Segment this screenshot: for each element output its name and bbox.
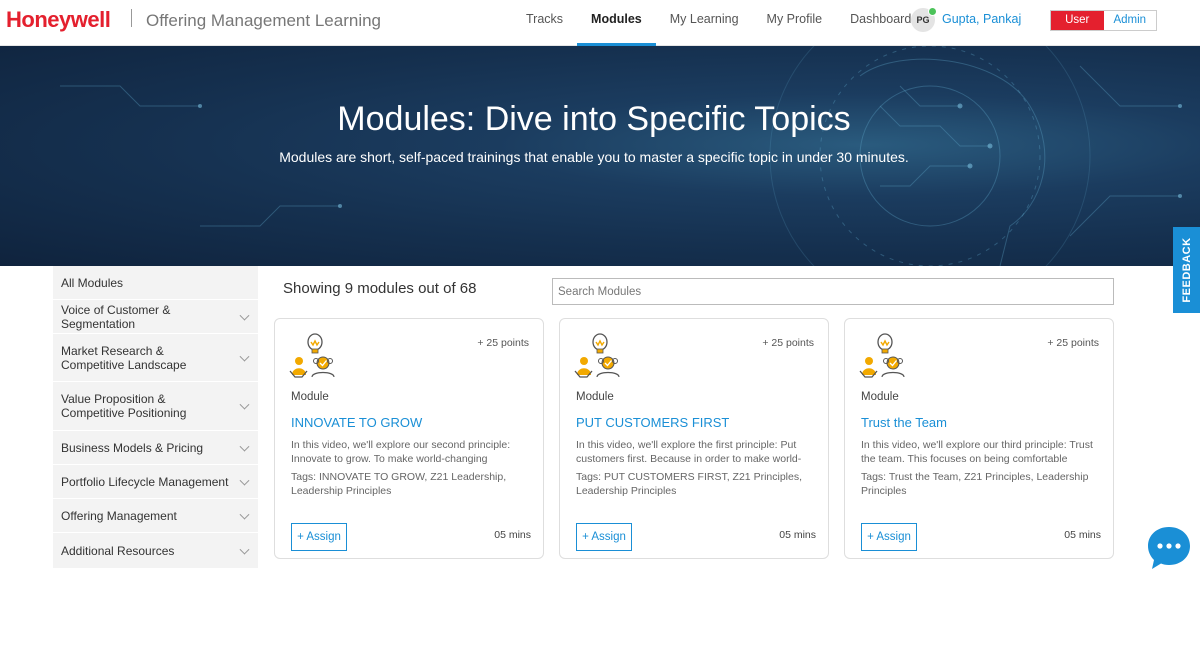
- hero-title: Modules: Dive into Specific Topics: [337, 100, 851, 138]
- top-navigation-bar: Honeywell Offering Management Learning T…: [0, 0, 1200, 46]
- sidebar-item-additional-resources[interactable]: Additional Resources: [53, 533, 258, 569]
- card-tags: Tags: INNOVATE TO GROW, Z21 Leadership, …: [291, 471, 507, 497]
- chevron-down-icon: [239, 509, 250, 520]
- chevron-down-icon: [239, 544, 250, 555]
- sidebar-item-business-models[interactable]: Business Models & Pricing: [53, 431, 258, 465]
- sidebar-item-value-proposition[interactable]: Value Proposition & Competitive Position…: [53, 382, 258, 431]
- lightbulb-people-icon: [574, 333, 620, 378]
- sidebar-item-offering-management[interactable]: Offering Management: [53, 499, 258, 533]
- sidebar-item-label: Value Proposition & Competitive Position…: [61, 392, 187, 420]
- sidebar-item-all-modules[interactable]: All Modules: [53, 266, 258, 300]
- admin-role-button[interactable]: Admin: [1103, 11, 1156, 30]
- card-duration: 05 mins: [494, 529, 531, 541]
- role-toggle: User Admin: [1050, 10, 1157, 31]
- module-card[interactable]: + 25 points Module Trust the Team In thi…: [844, 318, 1114, 559]
- card-duration: 05 mins: [779, 529, 816, 541]
- card-description: In this video, we'll explore our third p…: [861, 439, 1093, 465]
- honeywell-logo[interactable]: Honeywell: [6, 7, 111, 33]
- sidebar-item-label: Market Research & Competitive Landscape: [61, 343, 187, 372]
- card-points: + 25 points: [477, 337, 529, 349]
- user-role-button[interactable]: User: [1051, 11, 1104, 30]
- chevron-down-icon: [239, 310, 250, 321]
- logo-divider: [131, 9, 132, 27]
- assign-button[interactable]: + Assign: [291, 523, 347, 551]
- feedback-tab[interactable]: FEEDBACK: [1173, 227, 1200, 313]
- sidebar-item-label: Business Models & Pricing: [61, 440, 204, 455]
- category-sidebar: All Modules Voice of Customer & Segmenta…: [53, 266, 258, 569]
- card-tags: Tags: Trust the Team, Z21 Principles, Le…: [861, 471, 1089, 497]
- sidebar-item-market-research[interactable]: Market Research & Competitive Landscape: [53, 334, 258, 382]
- nav-my-profile[interactable]: My Profile: [753, 0, 837, 46]
- lightbulb-people-icon: [289, 333, 335, 378]
- sidebar-item-voice-of-customer[interactable]: Voice of Customer & Segmentation: [53, 300, 258, 334]
- card-type: Module: [576, 391, 614, 403]
- chat-bubble-icon[interactable]: [1146, 525, 1192, 571]
- feedback-label: FEEDBACK: [1180, 237, 1193, 303]
- card-description: In this video, we'll explore the first p…: [576, 439, 802, 465]
- assign-button[interactable]: + Assign: [576, 523, 632, 551]
- card-tags: Tags: PUT CUSTOMERS FIRST, Z21 Principle…: [576, 471, 803, 497]
- card-title-link[interactable]: INNOVATE TO GROW: [291, 415, 422, 430]
- search-modules-input[interactable]: [552, 278, 1114, 305]
- nav-my-learning[interactable]: My Learning: [656, 0, 753, 46]
- nav-tracks[interactable]: Tracks: [512, 0, 577, 46]
- sidebar-item-label: Voice of Customer & Segmentation: [61, 302, 171, 331]
- nav-modules[interactable]: Modules: [577, 0, 656, 46]
- card-type: Module: [861, 391, 899, 403]
- chevron-down-icon: [239, 399, 250, 410]
- sidebar-item-label: Offering Management: [61, 508, 177, 523]
- chevron-down-icon: [239, 441, 250, 452]
- card-description: In this video, we'll explore our second …: [291, 439, 511, 465]
- user-name-link[interactable]: Gupta, Pankaj: [942, 12, 1021, 26]
- hero-banner: Modules: Dive into Specific Topics Modul…: [0, 46, 1200, 266]
- module-count-text: Showing 9 modules out of 68: [283, 280, 477, 297]
- card-points: + 25 points: [762, 337, 814, 349]
- sidebar-item-label: Additional Resources: [61, 543, 175, 558]
- sidebar-item-label: Portfolio Lifecycle Management: [61, 474, 229, 489]
- card-title-link[interactable]: PUT CUSTOMERS FIRST: [576, 415, 729, 430]
- avatar-initials: PG: [916, 15, 930, 25]
- chevron-down-icon: [239, 475, 250, 486]
- card-points: + 25 points: [1047, 337, 1099, 349]
- card-title-link[interactable]: Trust the Team: [861, 415, 947, 430]
- sidebar-item-label: All Modules: [61, 275, 124, 290]
- app-title: Offering Management Learning: [146, 11, 382, 30]
- card-duration: 05 mins: [1064, 529, 1101, 541]
- main-nav: Tracks Modules My Learning My Profile Da…: [512, 0, 925, 46]
- card-type: Module: [291, 391, 329, 403]
- hero-subtitle: Modules are short, self-paced trainings …: [279, 149, 909, 165]
- chevron-down-icon: [239, 351, 250, 362]
- avatar[interactable]: PG: [911, 7, 937, 32]
- online-status-dot: [928, 7, 937, 16]
- module-card[interactable]: + 25 points Module INNOVATE TO GROW In t…: [274, 318, 544, 559]
- assign-button[interactable]: + Assign: [861, 523, 917, 551]
- lightbulb-people-icon: [859, 333, 905, 378]
- module-card[interactable]: + 25 points Module PUT CUSTOMERS FIRST I…: [559, 318, 829, 559]
- sidebar-item-portfolio-lifecycle[interactable]: Portfolio Lifecycle Management: [53, 465, 258, 499]
